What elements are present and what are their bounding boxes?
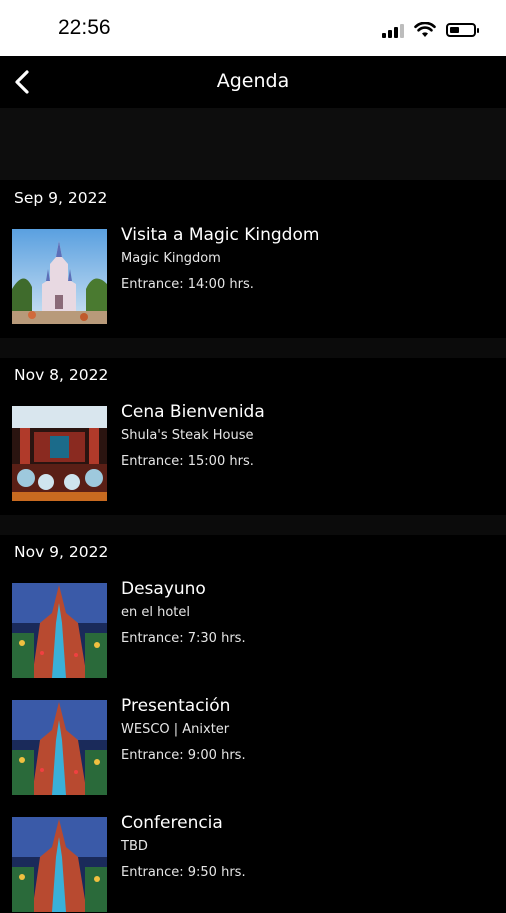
event-title: Conferencia <box>121 813 223 833</box>
event-location: TBD <box>121 839 148 854</box>
event-title: Presentación <box>121 696 231 716</box>
event-item[interactable]: Conferencia TBD Entrance: 9:50 hrs. <box>12 813 506 913</box>
section-divider <box>0 515 506 535</box>
event-title: Desayuno <box>121 579 206 599</box>
header-banner <box>0 108 506 180</box>
section-date: Nov 9, 2022 <box>14 543 109 561</box>
event-item[interactable]: Desayuno en el hotel Entrance: 7:30 hrs. <box>12 579 506 679</box>
event-item[interactable]: Visita a Magic Kingdom Magic Kingdom Ent… <box>12 225 506 325</box>
section-date: Sep 9, 2022 <box>14 189 108 207</box>
event-thumbnail <box>12 229 107 324</box>
event-title: Visita a Magic Kingdom <box>121 225 320 245</box>
event-entrance-time: Entrance: 9:00 hrs. <box>121 748 246 763</box>
event-entrance-time: Entrance: 7:30 hrs. <box>121 631 246 646</box>
event-entrance-time: Entrance: 9:50 hrs. <box>121 865 246 880</box>
status-time: 22:56 <box>58 16 111 39</box>
wifi-icon <box>414 22 436 37</box>
event-entrance-time: Entrance: 15:00 hrs. <box>121 454 254 469</box>
section-date: Nov 8, 2022 <box>14 366 109 384</box>
battery-icon <box>446 23 479 37</box>
event-thumbnail <box>12 700 107 795</box>
nav-header: Agenda <box>0 56 506 108</box>
event-thumbnail <box>12 583 107 678</box>
event-title: Cena Bienvenida <box>121 402 265 422</box>
section-divider <box>0 338 506 358</box>
event-location: Shula's Steak House <box>121 428 254 443</box>
status-bar: 22:56 <box>0 0 506 56</box>
event-location: WESCO | Anixter <box>121 722 230 737</box>
event-location: en el hotel <box>121 605 191 620</box>
event-location: Magic Kingdom <box>121 251 221 266</box>
event-thumbnail <box>12 406 107 501</box>
event-item[interactable]: Presentación WESCO | Anixter Entrance: 9… <box>12 696 506 796</box>
event-item[interactable]: Cena Bienvenida Shula's Steak House Entr… <box>12 402 506 502</box>
event-entrance-time: Entrance: 14:00 hrs. <box>121 277 254 292</box>
page-title: Agenda <box>216 70 290 92</box>
event-thumbnail <box>12 817 107 912</box>
status-icons <box>382 20 479 40</box>
cellular-signal-icon <box>382 22 404 38</box>
